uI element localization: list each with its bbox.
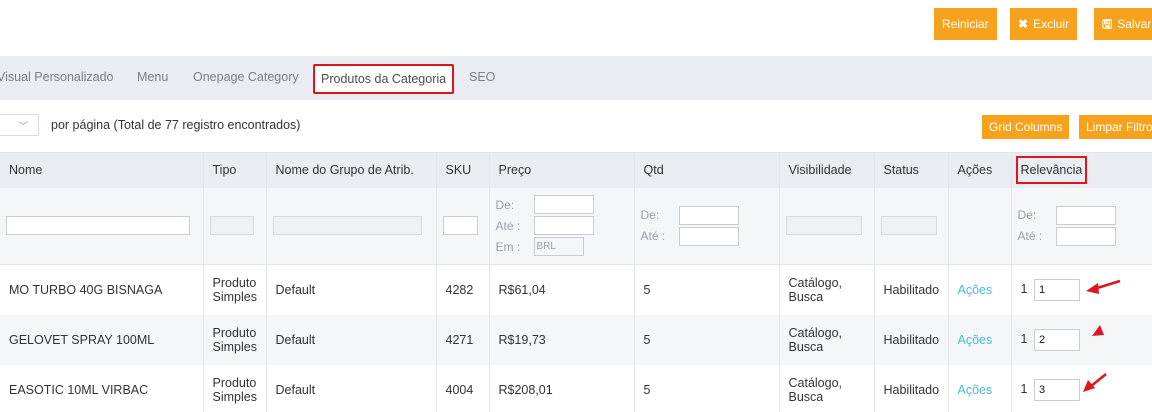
relevance-from-input[interactable] (1055, 205, 1116, 225)
price-to-input[interactable] (533, 216, 594, 236)
delete-button[interactable]: ✖ Excluir (1010, 8, 1078, 40)
red-arrow-icon (1083, 373, 1107, 392)
records-total: 77 (164, 118, 179, 132)
column-header-price[interactable]: Preço (489, 152, 635, 188)
column-header-sku[interactable]: SKU (436, 152, 490, 188)
actions-link[interactable]: Ações (958, 333, 993, 347)
column-header-type[interactable]: Tipo (203, 152, 267, 188)
column-header-visibility[interactable]: Visibilidade (779, 152, 875, 188)
save-button[interactable]: 🖫 Salvar (1094, 8, 1152, 40)
top-toolbar: Reiniciar ✖ Excluir 🖫 Salvar (0, 0, 1152, 56)
actions-link[interactable]: Ações (958, 283, 993, 297)
grid-columns-button[interactable]: Grid Columns (982, 115, 1070, 139)
filter-row: De: Até : Em : BRL De: Até : De: Até : (0, 187, 1152, 265)
column-header-relevance[interactable]: Relevância (1011, 152, 1152, 188)
clear-filters-button[interactable]: Limpar Filtros (1079, 115, 1152, 139)
position-input[interactable]: 1 (1033, 278, 1080, 301)
relevance-highlight: Relevância (1015, 156, 1088, 185)
table-row: MO TURBO 40G BISNAGA Produto Simples Defa… (0, 264, 1152, 315)
column-header-name[interactable]: Nome (0, 152, 204, 188)
close-icon: ✖ (1018, 17, 1029, 31)
tab-produtos-da-categoria[interactable]: Produtos da Categoria (313, 64, 455, 94)
reset-button[interactable]: Reiniciar (934, 8, 997, 40)
visibility-filter-select[interactable] (785, 216, 862, 236)
status-filter-select[interactable] (880, 216, 937, 236)
actions-link[interactable]: Ações (958, 383, 993, 397)
sku-filter-input[interactable] (442, 216, 478, 236)
column-header-actions: Ações (948, 152, 1012, 188)
name-filter-input[interactable] (6, 216, 190, 236)
per-page-select[interactable]: ﹀ (0, 114, 39, 136)
products-grid: Nome Tipo Nome do Grupo de Atrib. SKU Pr… (0, 152, 1152, 412)
records-summary: por página (Total de 77 registro encontr… (51, 118, 301, 132)
red-arrow-icon (1092, 325, 1104, 336)
tab-menu[interactable]: Menu (137, 70, 168, 84)
tab-visual-personalizado[interactable]: Visual Personalizado (0, 70, 114, 84)
tab-seo[interactable]: SEO (469, 70, 495, 84)
type-filter-select[interactable] (209, 216, 254, 236)
table-row: EASOTIC 10ML VIRBAC Produto Simples Defau… (0, 364, 1152, 412)
table-row: GELOVET SPRAY 100ML Produto Simples Defau… (0, 314, 1152, 365)
attr-group-filter-select[interactable] (272, 216, 422, 236)
position-input[interactable]: 2 (1033, 328, 1080, 351)
position-input[interactable]: 3 (1033, 378, 1080, 401)
qty-from-input[interactable] (678, 205, 739, 225)
relevance-to-input[interactable] (1055, 226, 1116, 246)
column-header-attr-group[interactable]: Nome do Grupo de Atrib. (266, 152, 437, 188)
pager-row: ﹀ por página (Total de 77 registro encon… (0, 100, 1152, 152)
header-row: Nome Tipo Nome do Grupo de Atrib. SKU Pr… (0, 152, 1152, 188)
qty-to-input[interactable] (678, 226, 739, 246)
column-header-qty[interactable]: Qtd (634, 152, 780, 188)
tab-onepage-category[interactable]: Onepage Category (193, 70, 299, 84)
price-from-input[interactable] (533, 195, 594, 215)
red-arrow-icon (1086, 279, 1121, 294)
column-header-status[interactable]: Status (874, 152, 949, 188)
chevron-down-icon: ﹀ (18, 122, 28, 133)
currency-select[interactable]: BRL (533, 237, 584, 257)
tab-bar: Visual Personalizado Menu Onepage Catego… (0, 56, 1152, 100)
floppy-disk-icon: 🖫 (1102, 17, 1113, 31)
